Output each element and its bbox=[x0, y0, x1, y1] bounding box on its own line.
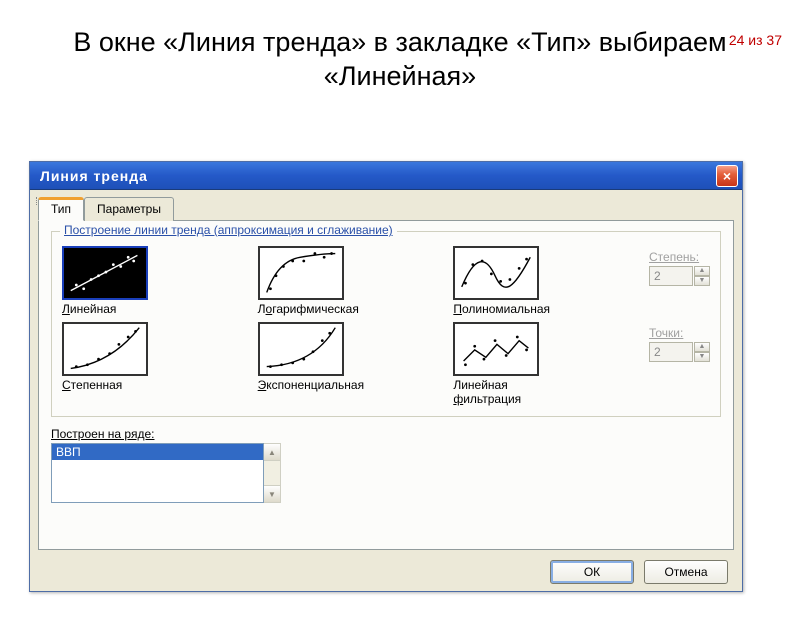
ok-button[interactable]: ОК bbox=[550, 560, 634, 584]
points-param: Точки: ▲ ▼ bbox=[649, 326, 710, 362]
degree-label: Степень: bbox=[649, 250, 710, 264]
trend-option-exponential[interactable]: Экспоненциальная bbox=[258, 322, 350, 392]
trend-label-moving-average: Линейная фильтрация bbox=[453, 378, 545, 406]
trend-label-linear: Линейная bbox=[62, 302, 154, 316]
trend-thumb-polynomial bbox=[453, 246, 539, 300]
trend-option-linear[interactable]: Линейная bbox=[62, 246, 154, 316]
slide-title: В окне «Линия тренда» в закладке «Тип» в… bbox=[0, 26, 800, 94]
series-list[interactable]: ВВП bbox=[51, 443, 264, 503]
tab-panel-type: Построение линии тренда (аппроксимация и… bbox=[38, 220, 734, 550]
degree-spin-up-icon: ▲ bbox=[694, 266, 710, 276]
degree-input bbox=[649, 266, 693, 286]
scroll-down-icon[interactable]: ▼ bbox=[264, 485, 280, 502]
points-label: Точки: bbox=[649, 326, 710, 340]
degree-param: Степень: ▲ ▼ bbox=[649, 250, 710, 286]
trend-label-polynomial: Полиномиальная bbox=[453, 302, 545, 316]
trend-label-power: Степенная bbox=[62, 378, 154, 392]
trend-option-moving-average[interactable]: Линейная фильтрация bbox=[453, 322, 545, 406]
trendline-dialog: Линия тренда × Тип Параметры Построение … bbox=[29, 161, 743, 592]
close-icon[interactable]: × bbox=[716, 165, 738, 187]
tab-strip: Тип Параметры bbox=[38, 196, 734, 220]
trend-thumb-logarithmic bbox=[258, 246, 344, 300]
trend-option-logarithmic[interactable]: Логарифмическая bbox=[258, 246, 350, 316]
group-legend: Построение линии тренда (аппроксимация и… bbox=[60, 223, 397, 237]
trend-option-power[interactable]: Степенная bbox=[62, 322, 154, 392]
trend-label-logarithmic: Логарифмическая bbox=[258, 302, 350, 316]
trend-type-group: Построение линии тренда (аппроксимация и… bbox=[51, 231, 721, 417]
trend-thumb-linear bbox=[62, 246, 148, 300]
trend-thumb-exponential bbox=[258, 322, 344, 376]
cancel-button[interactable]: Отмена bbox=[644, 560, 728, 584]
tab-type[interactable]: Тип bbox=[38, 197, 84, 221]
titlebar[interactable]: Линия тренда × bbox=[30, 162, 742, 190]
points-spin-up-icon: ▲ bbox=[694, 342, 710, 352]
trend-option-polynomial[interactable]: Полиномиальная bbox=[453, 246, 545, 316]
points-spin-down-icon: ▼ bbox=[694, 352, 710, 362]
trend-label-exponential: Экспоненциальная bbox=[258, 378, 350, 392]
series-scrollbar[interactable]: ▲ ▼ bbox=[264, 443, 281, 503]
tab-parameters[interactable]: Параметры bbox=[84, 197, 174, 221]
trend-thumb-moving-average bbox=[453, 322, 539, 376]
page-counter: 24 из 37 bbox=[729, 32, 782, 48]
points-input bbox=[649, 342, 693, 362]
series-label: Построен на ряде: bbox=[51, 427, 721, 441]
degree-spin-down-icon: ▼ bbox=[694, 276, 710, 286]
scroll-up-icon[interactable]: ▲ bbox=[264, 444, 280, 461]
titlebar-text: Линия тренда bbox=[40, 168, 716, 184]
series-item[interactable]: ВВП bbox=[52, 444, 263, 460]
trend-thumb-power bbox=[62, 322, 148, 376]
